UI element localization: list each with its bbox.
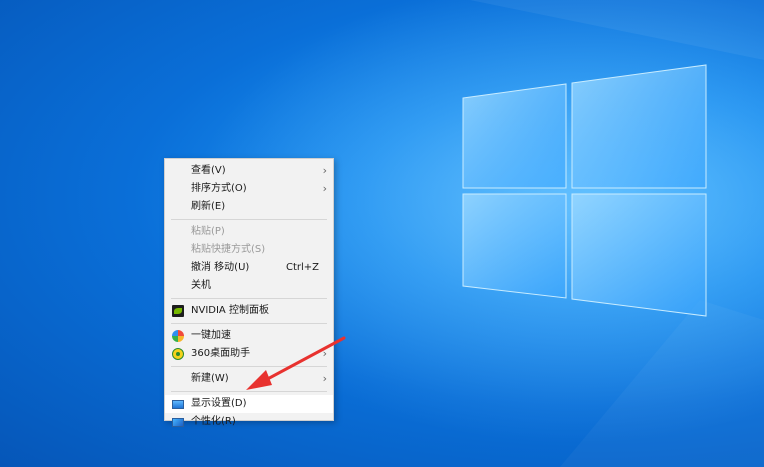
menu-item-display-settings[interactable]: 显示设置(D) bbox=[165, 395, 333, 413]
menu-item-label: 粘贴快捷方式(S) bbox=[191, 244, 266, 255]
menu-separator bbox=[171, 219, 327, 220]
menu-separator bbox=[171, 366, 327, 367]
menu-item-nvidia-control-panel[interactable]: NVIDIA 控制面板 bbox=[165, 302, 333, 320]
chevron-right-icon: › bbox=[322, 182, 327, 195]
menu-item-new[interactable]: 新建(W) › bbox=[165, 370, 333, 388]
desktop-context-menu: 查看(V) › 排序方式(O) › 刷新(E) 粘贴(P) 粘贴快捷方式(S) … bbox=[164, 158, 334, 427]
menu-item-personalize[interactable]: 个性化(R) bbox=[165, 413, 333, 431]
menu-separator bbox=[171, 298, 327, 299]
menu-item-refresh[interactable]: 刷新(E) bbox=[165, 198, 333, 216]
shortcut-text: Ctrl+Z bbox=[285, 262, 319, 273]
display-icon bbox=[172, 400, 184, 409]
menu-item-label: 个性化(R) bbox=[191, 416, 236, 427]
menu-item-view[interactable]: 查看(V) › bbox=[165, 162, 333, 180]
chevron-right-icon: › bbox=[322, 347, 327, 360]
menu-item-label: NVIDIA 控制面板 bbox=[191, 305, 269, 316]
menu-item-label: 撤消 移动(U) bbox=[191, 262, 250, 273]
menu-item-undo-move[interactable]: 撤消 移动(U) Ctrl+Z bbox=[165, 259, 333, 277]
menu-item-label: 粘贴(P) bbox=[191, 226, 225, 237]
logo-pane-bottom-left bbox=[462, 193, 567, 299]
menu-item-paste[interactable]: 粘贴(P) bbox=[165, 223, 333, 241]
nvidia-icon bbox=[172, 305, 184, 317]
speedup-icon bbox=[172, 330, 184, 342]
menu-separator bbox=[171, 391, 327, 392]
menu-item-label: 新建(W) bbox=[191, 373, 229, 384]
menu-item-label: 刷新(E) bbox=[191, 201, 226, 212]
menu-separator bbox=[171, 323, 327, 324]
windows-logo-wallpaper bbox=[0, 0, 764, 467]
menu-item-label: 关机 bbox=[191, 280, 211, 291]
menu-item-one-click-speedup[interactable]: 一键加速 bbox=[165, 327, 333, 345]
menu-item-label: 查看(V) bbox=[191, 165, 226, 176]
menu-item-label: 一键加速 bbox=[191, 330, 231, 341]
logo-pane-top-left bbox=[462, 83, 567, 189]
menu-item-label: 显示设置(D) bbox=[191, 398, 247, 409]
menu-item-360-desktop-helper[interactable]: 360桌面助手 › bbox=[165, 345, 333, 363]
360-helper-icon bbox=[172, 348, 184, 360]
menu-item-paste-shortcut[interactable]: 粘贴快捷方式(S) bbox=[165, 241, 333, 259]
logo-pane-top-right bbox=[571, 64, 707, 189]
menu-item-shutdown[interactable]: 关机 bbox=[165, 277, 333, 295]
menu-item-label: 排序方式(O) bbox=[191, 183, 247, 194]
logo-pane-bottom-right bbox=[571, 193, 707, 317]
desktop[interactable]: 查看(V) › 排序方式(O) › 刷新(E) 粘贴(P) 粘贴快捷方式(S) … bbox=[0, 0, 764, 467]
chevron-right-icon: › bbox=[322, 164, 327, 177]
chevron-right-icon: › bbox=[322, 372, 327, 385]
menu-item-label: 360桌面助手 bbox=[191, 348, 251, 359]
personalize-icon bbox=[172, 418, 184, 427]
menu-item-sort-by[interactable]: 排序方式(O) › bbox=[165, 180, 333, 198]
